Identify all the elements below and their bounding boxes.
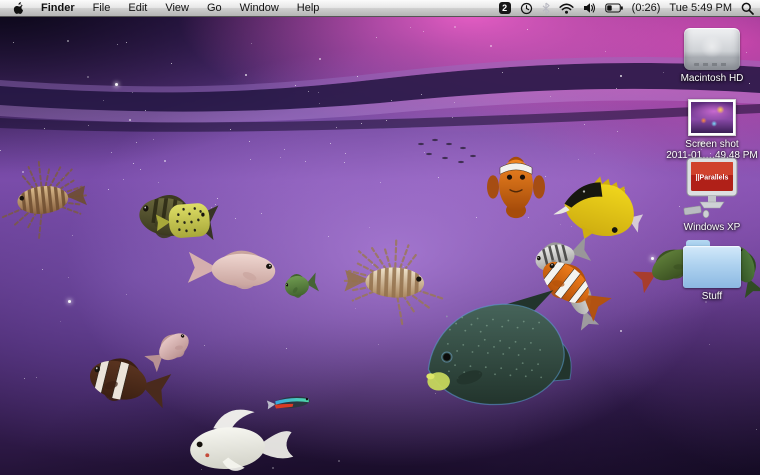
menu-item-edit[interactable]: Edit bbox=[119, 0, 156, 17]
apple-menu[interactable] bbox=[6, 1, 32, 15]
parallels-vm-icon: ||Parallels bbox=[683, 157, 738, 219]
desktop-icon-windows-xp[interactable]: ||Parallels Windows XP bbox=[664, 157, 760, 233]
folder-icon bbox=[683, 240, 741, 288]
wifi-icon[interactable] bbox=[559, 3, 574, 14]
status-area: 2 (0:26) Tue 5:49 PM bbox=[498, 0, 754, 17]
desktop-screen: Macintosh HD Screen shot 2011-01….49.48 … bbox=[0, 0, 760, 475]
apple-logo-icon bbox=[13, 2, 23, 14]
menu-item-finder[interactable]: Finder bbox=[32, 0, 84, 17]
icon-label: Stuff bbox=[701, 291, 723, 302]
time-machine-icon[interactable] bbox=[520, 2, 533, 15]
app-menus: Finder File Edit View Go Window Help bbox=[32, 0, 328, 17]
menu-item-help[interactable]: Help bbox=[288, 0, 329, 17]
spotlight-icon[interactable] bbox=[741, 2, 754, 15]
image-preview-icon bbox=[688, 99, 736, 136]
menu-item-view[interactable]: View bbox=[156, 0, 198, 17]
icon-label: Windows XP bbox=[683, 222, 741, 233]
svg-text:||Parallels: ||Parallels bbox=[696, 175, 729, 182]
menu-item-go[interactable]: Go bbox=[198, 0, 231, 17]
battery-icon[interactable] bbox=[604, 3, 623, 13]
desktop-icon-macintosh-hd[interactable]: Macintosh HD bbox=[664, 28, 760, 84]
hard-drive-icon bbox=[684, 28, 740, 70]
desktop-icon-screenshot[interactable]: Screen shot 2011-01….49.48 PM bbox=[664, 99, 760, 161]
parallels-menu-icon[interactable]: 2 bbox=[498, 2, 511, 14]
menu-item-file[interactable]: File bbox=[84, 0, 120, 17]
volume-icon[interactable] bbox=[583, 2, 596, 14]
bluetooth-icon[interactable] bbox=[542, 2, 550, 15]
icon-label: Macintosh HD bbox=[680, 73, 744, 84]
menu-bar-clock[interactable]: Tue 5:49 PM bbox=[669, 0, 732, 17]
battery-time-remaining[interactable]: (0:26) bbox=[632, 0, 661, 17]
aurora-wave-band bbox=[0, 56, 760, 132]
menu-item-window[interactable]: Window bbox=[231, 0, 288, 17]
desktop-icon-stuff-folder[interactable]: Stuff bbox=[664, 238, 760, 302]
menu-bar: Finder File Edit View Go Window Help 2 (… bbox=[0, 0, 760, 17]
